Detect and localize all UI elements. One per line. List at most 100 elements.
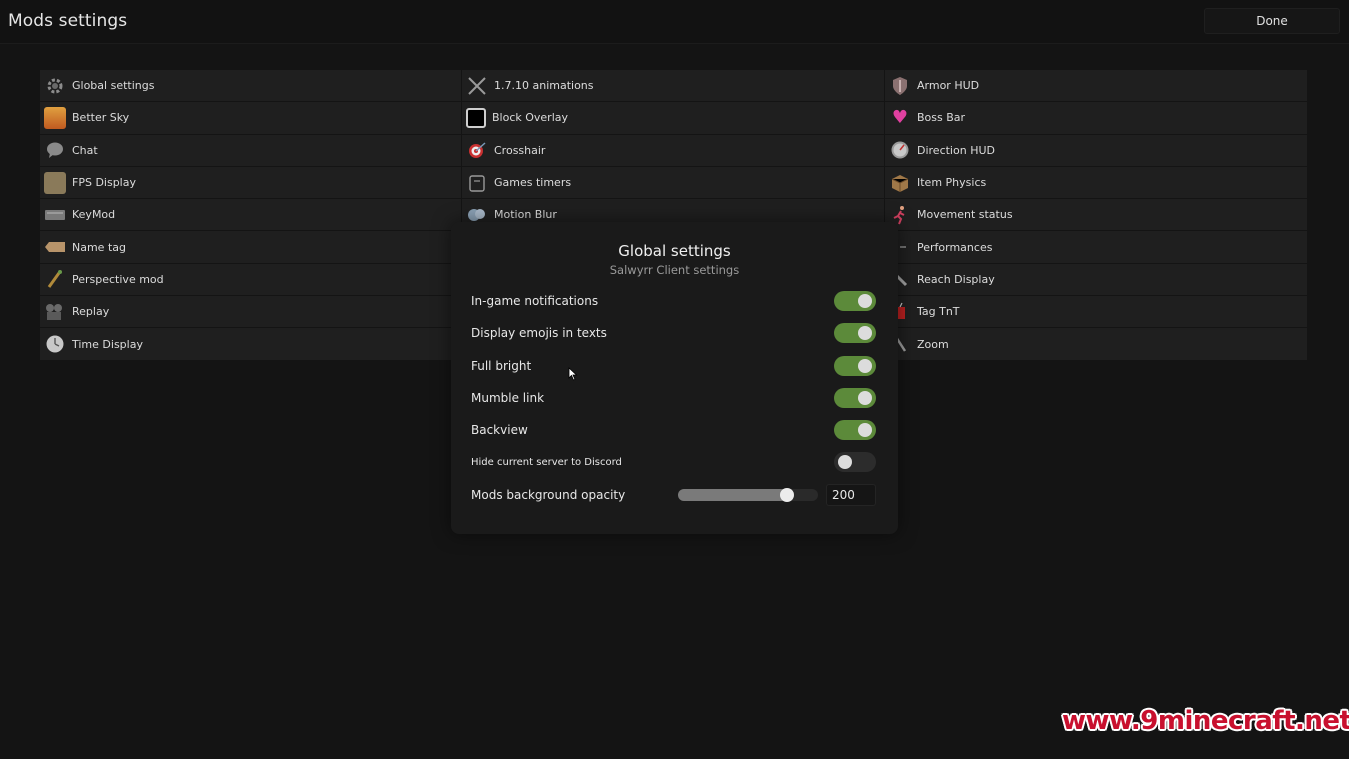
setting-label: Mumble link — [471, 391, 545, 405]
mod-item-fps-display[interactable]: FPS Display — [40, 166, 462, 200]
mod-label: Better Sky — [72, 111, 130, 125]
mod-item-reach-display[interactable]: Reach Display — [885, 263, 1308, 297]
mod-label: Global settings — [72, 79, 155, 93]
setting-row-mumble-link: Mumble link — [471, 386, 876, 410]
opacity-control: 200 — [678, 484, 876, 506]
mouse-cursor-icon — [568, 367, 578, 381]
mod-item-name-tag[interactable]: Name tag — [40, 231, 462, 264]
camera-icon — [44, 301, 66, 323]
toggle-hide-server-discord[interactable] — [834, 452, 876, 472]
opacity-value-input[interactable]: 200 — [826, 484, 876, 506]
toggle-knob — [858, 391, 872, 405]
perspective-icon — [44, 268, 66, 290]
mod-label: Name tag — [72, 240, 126, 254]
setting-label: In-game notifications — [471, 294, 599, 308]
name-tag-icon — [44, 236, 66, 258]
mod-label: KeyMod — [72, 208, 116, 222]
mod-label: FPS Display — [72, 176, 136, 190]
mod-label: Item Physics — [917, 176, 987, 190]
setting-label: Backview — [471, 423, 528, 437]
mod-item-direction-hud[interactable]: Direction HUD — [885, 134, 1308, 167]
mod-label: Replay — [72, 305, 110, 319]
done-button[interactable]: Done — [1204, 8, 1340, 34]
mod-label: Boss Bar — [917, 111, 966, 125]
shield-icon — [889, 75, 911, 97]
mod-item-keymod[interactable]: KeyMod — [40, 199, 462, 232]
setting-row-in-game-notifications: In-game notifications — [471, 289, 876, 313]
toggle-mumble-link[interactable] — [834, 388, 876, 408]
global-settings-dialog: Global settings Salwyrr Client settings … — [451, 222, 898, 534]
mod-item-armor-hud[interactable]: Armor HUD — [885, 70, 1308, 103]
setting-label: Display emojis in texts — [471, 326, 607, 340]
toggle-knob — [858, 423, 872, 437]
mod-item-block-overlay[interactable]: Block Overlay — [462, 102, 885, 135]
mod-label: Zoom — [917, 337, 949, 351]
opacity-slider-fill — [678, 489, 788, 501]
toggle-knob — [838, 455, 852, 469]
compass-icon — [889, 139, 911, 161]
mod-item-perspective-mod[interactable]: Perspective mod — [40, 263, 462, 297]
mod-item-tag-tnt[interactable]: Tag TnT — [885, 296, 1308, 329]
mods-column-1: Global settings Better Sky Chat FPS Disp… — [40, 70, 462, 361]
mod-label: Perspective mod — [72, 272, 164, 286]
mod-item-better-sky[interactable]: Better Sky — [40, 102, 462, 135]
mod-item-crosshair[interactable]: Crosshair — [462, 134, 885, 167]
watermark: www.9minecraft.net — [1062, 706, 1349, 736]
mod-label: Block Overlay — [492, 111, 569, 125]
mod-item-replay[interactable]: Replay — [40, 296, 462, 329]
mod-label: Games timers — [494, 176, 572, 190]
setting-row-background-opacity: Mods background opacity 200 — [471, 483, 876, 507]
toggle-knob — [858, 359, 872, 373]
mod-item-movement-status[interactable]: Movement status — [885, 199, 1308, 232]
toggle-knob — [858, 294, 872, 308]
mod-label: 1.7.10 animations — [494, 79, 594, 93]
setting-row-hide-server-discord: Hide current server to Discord — [471, 450, 876, 474]
mod-item-games-timers[interactable]: Games timers — [462, 166, 885, 200]
mod-label: Movement status — [917, 208, 1013, 222]
mod-item-item-physics[interactable]: Item Physics — [885, 166, 1308, 200]
sky-icon — [44, 106, 66, 129]
toggle-backview[interactable] — [834, 420, 876, 440]
toggle-full-bright[interactable] — [834, 356, 876, 376]
mod-item-time-display[interactable]: Time Display — [40, 328, 462, 361]
mod-item-global-settings[interactable]: Global settings — [40, 70, 462, 103]
setting-row-full-bright: Full bright — [471, 354, 876, 378]
setting-row-display-emojis: Display emojis in texts — [471, 321, 876, 345]
heart-icon: ♥ — [891, 106, 909, 128]
fps-icon — [44, 171, 66, 194]
mod-item-performances[interactable]: Performances — [885, 231, 1308, 264]
crossed-swords-icon — [466, 75, 488, 97]
page-title: Mods settings — [8, 11, 128, 31]
setting-label: Mods background opacity — [471, 488, 626, 502]
mod-label: Direction HUD — [917, 143, 995, 157]
mods-column-3: Armor HUD ♥ Boss Bar Direction HUD Item … — [885, 70, 1308, 361]
setting-label: Hide current server to Discord — [471, 456, 622, 468]
mod-label: Tag TnT — [917, 305, 960, 319]
gear-icon — [44, 75, 66, 97]
mod-label: Crosshair — [494, 143, 546, 157]
opacity-slider-handle[interactable] — [780, 488, 795, 502]
mod-item-zoom[interactable]: Zoom — [885, 328, 1308, 361]
mod-label: Motion Blur — [494, 208, 557, 222]
box-icon — [889, 172, 911, 194]
mod-label: Performances — [917, 240, 993, 254]
opacity-slider[interactable] — [678, 488, 818, 502]
mod-item-chat[interactable]: Chat — [40, 134, 462, 167]
chat-bubble-icon — [44, 139, 66, 161]
setting-label: Full bright — [471, 359, 532, 373]
toggle-in-game-notifications[interactable] — [834, 291, 876, 311]
mod-label: Chat — [72, 143, 98, 157]
mod-item-boss-bar[interactable]: ♥ Boss Bar — [885, 102, 1308, 135]
mod-item-1-7-10-animations[interactable]: 1.7.10 animations — [462, 70, 885, 103]
stopwatch-icon — [466, 172, 488, 194]
toggle-display-emojis[interactable] — [834, 323, 876, 343]
mod-label: Armor HUD — [917, 79, 980, 93]
toggle-knob — [858, 326, 872, 340]
dialog-subtitle: Salwyrr Client settings — [609, 263, 740, 277]
setting-row-backview: Backview — [471, 418, 876, 442]
mod-label: Reach Display — [917, 272, 995, 286]
target-icon — [466, 139, 488, 161]
top-bar: Mods settings Done — [0, 0, 1349, 44]
clock-icon — [44, 333, 66, 355]
mod-label: Time Display — [72, 337, 143, 351]
